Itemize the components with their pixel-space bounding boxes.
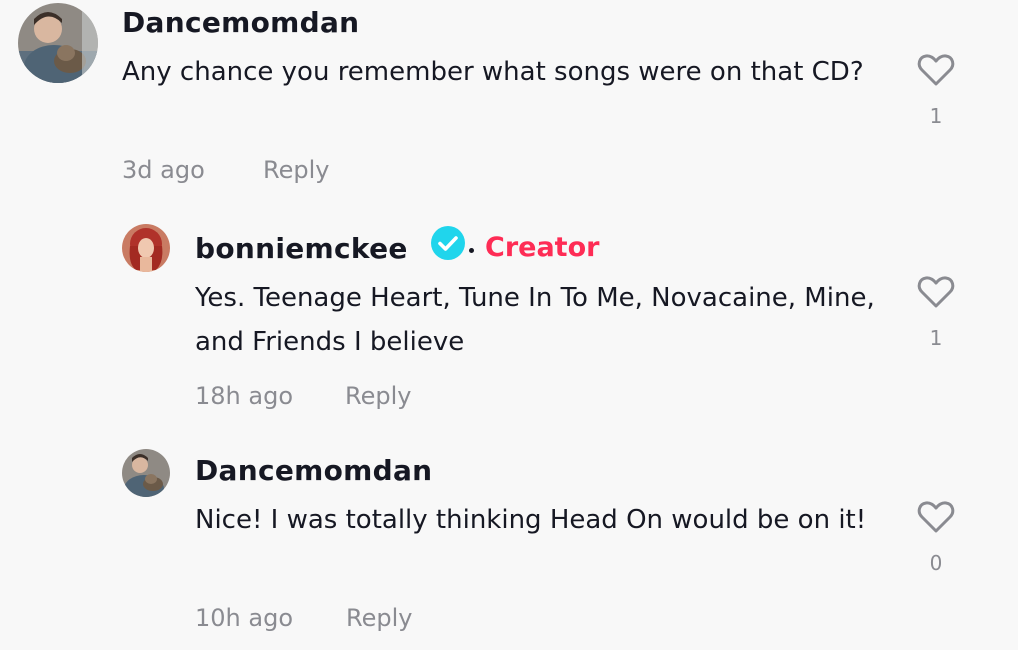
user-photo-icon (122, 224, 170, 272)
verified-badge-icon (430, 225, 466, 261)
comment-item: Dancemomdan Any chance you remember what… (0, 0, 1018, 200)
avatar[interactable] (18, 3, 98, 83)
comment-reply-item: Dancemomdan Nice! I was totally thinking… (0, 444, 1018, 644)
comment-timestamp: 18h ago (195, 382, 294, 410)
comment-username[interactable]: Dancemomdan (122, 6, 359, 39)
like-count: 0 (929, 551, 943, 575)
creator-badge: Creator (485, 232, 600, 263)
comment-text: Any chance you remember what songs were … (122, 57, 864, 87)
comment-text: Yes. Teenage Heart, Tune In To Me, Novac… (195, 283, 875, 357)
avatar[interactable] (122, 224, 170, 272)
reply-button[interactable]: Reply (345, 382, 411, 410)
user-photo-icon (18, 3, 98, 83)
avatar[interactable] (122, 449, 170, 497)
comment-username[interactable]: Dancemomdan (195, 454, 432, 487)
comment-timestamp: 3d ago (122, 156, 205, 184)
reply-button[interactable]: Reply (263, 156, 329, 184)
comment-text: Nice! I was totally thinking Head On wou… (195, 505, 867, 535)
like-count: 1 (929, 326, 943, 350)
user-photo-icon (122, 449, 170, 497)
heart-icon[interactable] (916, 272, 956, 312)
comment-username[interactable]: bonniemckee (195, 232, 408, 265)
like-count: 1 (929, 104, 943, 128)
heart-icon[interactable] (916, 50, 956, 90)
comment-timestamp: 10h ago (195, 604, 294, 632)
reply-button[interactable]: Reply (346, 604, 412, 632)
heart-icon[interactable] (916, 497, 956, 537)
separator-dot (469, 248, 474, 253)
comment-reply-item: bonniemckee Creator Yes. Teenage Heart, … (0, 220, 1018, 420)
